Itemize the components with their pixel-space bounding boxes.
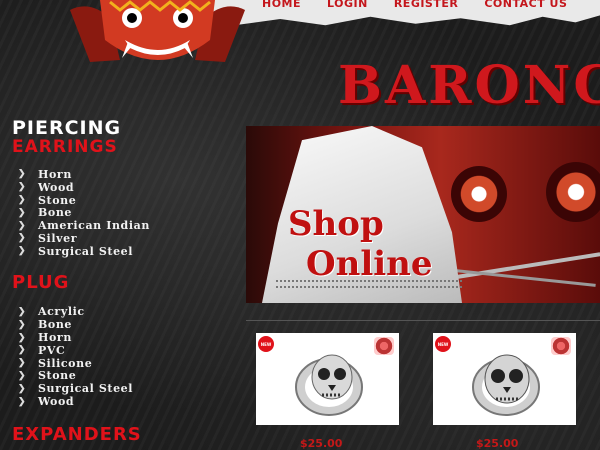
- brand-title: BARONG: [338, 55, 600, 116]
- chevron-right-icon: ❯: [18, 246, 27, 257]
- chevron-right-icon: ❯: [18, 306, 27, 317]
- list-item[interactable]: ❯ Horn: [12, 168, 212, 181]
- chevron-right-icon: ❯: [18, 169, 27, 180]
- nav-login[interactable]: LOGIN: [327, 0, 368, 10]
- skull-ring-image: [295, 354, 363, 416]
- chevron-right-icon: ❯: [18, 358, 27, 369]
- shop-online-text: Shop Online: [288, 204, 433, 284]
- list-item[interactable]: ❯ Bone: [12, 318, 212, 331]
- list-item[interactable]: ❯ Horn: [12, 331, 212, 344]
- chevron-right-icon: ❯: [18, 332, 27, 343]
- list-item[interactable]: ❯ Bone: [12, 206, 212, 219]
- list-item[interactable]: ❯ Silicone: [12, 357, 212, 370]
- category-heading-piercing[interactable]: PIERCING: [12, 118, 212, 138]
- nav-contact-us[interactable]: CONTACT US: [484, 0, 567, 10]
- list-item[interactable]: ❯ Acrylic: [12, 305, 212, 318]
- chevron-right-icon: ❯: [18, 396, 27, 407]
- piercing-tool-image: [446, 268, 596, 287]
- list-item[interactable]: ❯ PVC: [12, 344, 212, 357]
- barong-small-logo: [551, 337, 571, 355]
- list-item[interactable]: ❯ American Indian: [12, 219, 212, 232]
- chevron-right-icon: ❯: [18, 370, 27, 381]
- category-heading-expanders[interactable]: EXPANDERS: [12, 425, 212, 444]
- chevron-right-icon: ❯: [18, 182, 27, 193]
- chevron-right-icon: ❯: [18, 220, 27, 231]
- category-sidebar: PIERCING EARRINGS ❯ Horn ❯ Wood ❯ Stone ❯ Bo…: [12, 118, 212, 444]
- list-item[interactable]: ❯ Stone: [12, 194, 212, 207]
- barong-mask-logo[interactable]: [70, 0, 245, 65]
- nav-register[interactable]: REGISTER: [394, 0, 459, 10]
- product-price: $25.00: [300, 437, 343, 450]
- chevron-right-icon: ❯: [18, 345, 27, 356]
- list-item[interactable]: ❯ Surgical Steel: [12, 382, 212, 395]
- top-navigation: HOME LOGIN REGISTER CONTACT US: [262, 0, 567, 10]
- product-card[interactable]: NEW: [256, 333, 399, 425]
- chevron-right-icon: ❯: [18, 319, 27, 330]
- product-price: $25.00: [476, 437, 519, 450]
- skull-ring-image: [472, 354, 540, 416]
- nav-home[interactable]: HOME: [262, 0, 301, 10]
- new-badge: NEW: [258, 336, 274, 352]
- list-item[interactable]: ❯ Surgical Steel: [12, 245, 212, 258]
- chevron-right-icon: ❯: [18, 233, 27, 244]
- new-badge: NEW: [435, 336, 451, 352]
- chevron-right-icon: ❯: [18, 383, 27, 394]
- piercing-list: ❯ Horn ❯ Wood ❯ Stone ❯ Bone ❯ American India…: [12, 168, 212, 258]
- category-heading-plug[interactable]: PLUG: [12, 273, 212, 292]
- mask-eye-image: [451, 166, 507, 222]
- shop-online-banner[interactable]: Shop Online: [246, 126, 600, 303]
- plug-list: ❯ Acrylic ❯ Bone ❯ Horn ❯ PVC ❯ Silicone ❯ Sto…: [12, 305, 212, 408]
- list-item[interactable]: ❯ Wood: [12, 395, 212, 408]
- barong-small-logo: [374, 337, 394, 355]
- list-item[interactable]: ❯ Silver: [12, 232, 212, 245]
- section-divider: [246, 320, 600, 321]
- list-item[interactable]: ❯ Wood: [12, 181, 212, 194]
- product-card[interactable]: NEW: [433, 333, 576, 425]
- list-item[interactable]: ❯ Stone: [12, 369, 212, 382]
- chevron-right-icon: ❯: [18, 194, 27, 205]
- category-heading-earrings[interactable]: EARRINGS: [12, 138, 212, 156]
- mask-eye-image: [546, 162, 600, 222]
- chevron-right-icon: ❯: [18, 207, 27, 218]
